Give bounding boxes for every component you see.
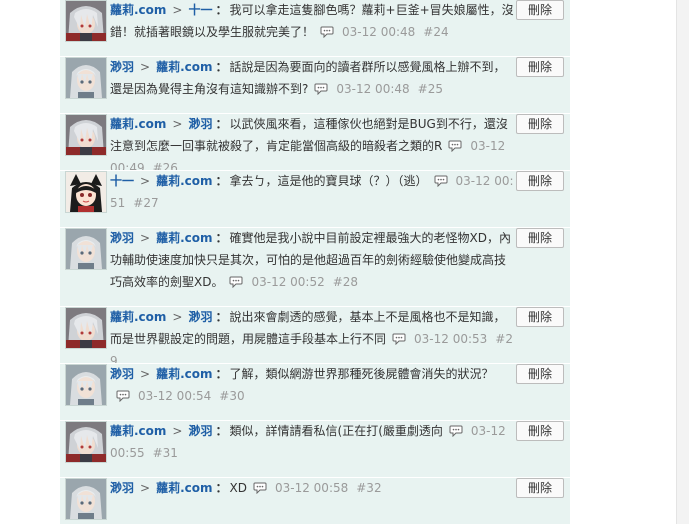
- author-link[interactable]: 蘿莉.com: [110, 3, 166, 17]
- comment-body: 蘿莉.com > 渺羽：類似，詳情請看私信(正在打(嚴重劇透向 03-12 00:55…: [110, 420, 515, 464]
- delete-button[interactable]: 刪除: [516, 228, 564, 248]
- reply-target-link[interactable]: 十一: [188, 3, 212, 17]
- comment-row: 渺羽 > 蘿莉.com：了解，類似網游世界那種死後屍體會消失的狀況？ 03-12 00…: [60, 364, 570, 420]
- reply-target-link[interactable]: 渺羽: [188, 117, 212, 131]
- reply-comment-icon[interactable]: [392, 330, 406, 346]
- comment-body: 十一 > 蘿莉.com：拿去ㄅ，這是他的寶貝球（？）（逃） 03-12 00:51 #2…: [110, 170, 515, 214]
- colon: ：: [215, 367, 228, 381]
- colon: ：: [215, 310, 228, 324]
- delete-button[interactable]: 刪除: [516, 114, 564, 134]
- comment-number: #30: [219, 389, 245, 403]
- reply-comment-icon[interactable]: [434, 172, 448, 188]
- comment-time: 03-12 00:48: [342, 25, 416, 39]
- colon: ：: [215, 231, 228, 245]
- comment-row: 蘿莉.com > 十一：我可以拿走這隻腳色嗎？蘿莉+巨釜+冒失娘屬性，沒錯！就插著眼…: [60, 0, 570, 56]
- reply-comment-icon[interactable]: [253, 479, 267, 495]
- delete-button[interactable]: 刪除: [516, 171, 564, 191]
- avatar[interactable]: [65, 421, 107, 463]
- author-link[interactable]: 渺羽: [110, 60, 134, 74]
- author-link[interactable]: 蘿莉.com: [110, 310, 166, 324]
- comment-time: 03-12 00:58: [274, 481, 349, 495]
- reply-target-link[interactable]: 蘿莉.com: [156, 481, 212, 495]
- author-link[interactable]: 渺羽: [110, 481, 134, 495]
- avatar[interactable]: [65, 364, 107, 406]
- author-link[interactable]: 渺羽: [110, 231, 134, 245]
- comment-time: 03-12 00:53: [414, 332, 488, 346]
- comment-row: 十一 > 蘿莉.com：拿去ㄅ，這是他的寶貝球（？）（逃） 03-12 00:51 #2…: [60, 171, 570, 227]
- reply-comment-icon[interactable]: [314, 80, 328, 96]
- comment-number: #32: [356, 481, 382, 495]
- reply-arrow: >: [172, 424, 183, 438]
- delete-button[interactable]: 刪除: [516, 364, 564, 384]
- author-link[interactable]: 渺羽: [110, 367, 134, 381]
- comment-number: #28: [332, 275, 359, 289]
- reply-arrow: >: [172, 117, 183, 131]
- reply-target-link[interactable]: 蘿莉.com: [156, 367, 212, 381]
- colon: ：: [215, 117, 228, 131]
- reply-target-link[interactable]: 蘿莉.com: [156, 60, 212, 74]
- delete-button[interactable]: 刪除: [516, 421, 564, 441]
- comment-text: 類似，詳情請看私信(正在打(嚴重劇透向: [229, 424, 443, 438]
- author-link[interactable]: 十一: [110, 174, 134, 188]
- author-link[interactable]: 蘿莉.com: [110, 117, 166, 131]
- reply-arrow: >: [172, 3, 183, 17]
- colon: ：: [215, 60, 228, 74]
- reply-target-link[interactable]: 蘿莉.com: [156, 174, 212, 188]
- delete-button[interactable]: 刪除: [516, 478, 564, 498]
- comment-time: 03-12 00:54: [138, 389, 212, 403]
- comment-body: 渺羽 > 蘿莉.com：話說是因為要面向的讀者群所以感覺風格上辦不到，還是因為覺得主…: [110, 56, 515, 100]
- reply-arrow: >: [140, 231, 151, 245]
- colon: ：: [215, 424, 228, 438]
- avatar[interactable]: [65, 228, 107, 270]
- comment-number: #31: [152, 446, 178, 460]
- comment-number: #27: [133, 196, 159, 210]
- comment-text: 了解，類似網游世界那種死後屍體會消失的狀況？: [229, 367, 494, 381]
- comment-number: #25: [417, 82, 443, 96]
- comment-row: 渺羽 > 蘿莉.com：確實他是我小說中目前設定裡最強大的老怪物XD，內功輔助使速度…: [60, 228, 570, 306]
- reply-target-link[interactable]: 渺羽: [188, 310, 212, 324]
- reply-comment-icon[interactable]: [320, 23, 334, 39]
- avatar[interactable]: [65, 478, 107, 520]
- avatar[interactable]: [65, 0, 107, 42]
- delete-button[interactable]: 刪除: [516, 0, 564, 20]
- comment-text: 拿去ㄅ，這是他的寶貝球（？）（逃）: [229, 174, 428, 188]
- comment-row: 渺羽 > 蘿莉.com：話說是因為要面向的讀者群所以感覺風格上辦不到，還是因為覺得主…: [60, 57, 570, 113]
- reply-arrow: >: [140, 481, 151, 495]
- avatar[interactable]: [65, 57, 107, 99]
- scrollbar[interactable]: [676, 0, 689, 524]
- comment-row: 渺羽 > 蘿莉.com： XD 03-12 00:58 #32 刪除: [60, 478, 570, 524]
- comment-body: 渺羽 > 蘿莉.com：確實他是我小說中目前設定裡最強大的老怪物XD，內功輔助使速度…: [110, 227, 515, 293]
- reply-comment-icon[interactable]: [448, 137, 462, 153]
- delete-button[interactable]: 刪除: [516, 57, 564, 77]
- comment-time: 03-12 00:48: [336, 82, 410, 96]
- comment-list: 蘿莉.com > 十一：我可以拿走這隻腳色嗎？蘿莉+巨釜+冒失娘屬性，沒錯！就插著眼…: [60, 0, 570, 524]
- colon: ：: [215, 481, 228, 495]
- comment-body: 渺羽 > 蘿莉.com： XD 03-12 00:58 #32: [110, 477, 515, 499]
- comment-time: 03-12 00:52: [251, 275, 325, 289]
- reply-target-link[interactable]: 蘿莉.com: [156, 231, 212, 245]
- reply-comment-icon[interactable]: [116, 387, 130, 403]
- comment-row: 蘿莉.com > 渺羽：以武俠風來看，這種傢伙也絕對是BUG到不行，還沒注意到怎麼一…: [60, 114, 570, 175]
- comment-body: 渺羽 > 蘿莉.com：了解，類似網游世界那種死後屍體會消失的狀況？ 03-12 00…: [110, 363, 515, 407]
- colon: ：: [215, 174, 228, 188]
- colon: ：: [215, 3, 228, 17]
- reply-arrow: >: [172, 310, 183, 324]
- comment-row: 蘿莉.com > 渺羽：說出來會劇透的感覺，基本上不是風格也不是知識，而是世界觀設定…: [60, 307, 570, 368]
- reply-comment-icon[interactable]: [229, 273, 243, 289]
- reply-arrow: >: [140, 60, 151, 74]
- comment-body: 蘿莉.com > 十一：我可以拿走這隻腳色嗎？蘿莉+巨釜+冒失娘屬性，沒錯！就插著眼…: [110, 0, 515, 43]
- author-link[interactable]: 蘿莉.com: [110, 424, 166, 438]
- reply-arrow: >: [140, 367, 151, 381]
- comment-text: 我可以拿走這隻腳色嗎？蘿莉+巨釜+冒失娘屬性，沒錯！就插著眼鏡以及學生服就完美了…: [110, 3, 514, 39]
- comment-number: #24: [423, 25, 449, 39]
- avatar[interactable]: [65, 171, 107, 213]
- comment-row: 蘿莉.com > 渺羽：類似，詳情請看私信(正在打(嚴重劇透向 03-12 00:55…: [60, 421, 570, 477]
- avatar[interactable]: [65, 307, 107, 349]
- reply-arrow: >: [140, 174, 151, 188]
- avatar[interactable]: [65, 114, 107, 156]
- reply-target-link[interactable]: 渺羽: [188, 424, 212, 438]
- reply-comment-icon[interactable]: [449, 422, 463, 438]
- comment-text: XD: [229, 481, 247, 495]
- delete-button[interactable]: 刪除: [516, 307, 564, 327]
